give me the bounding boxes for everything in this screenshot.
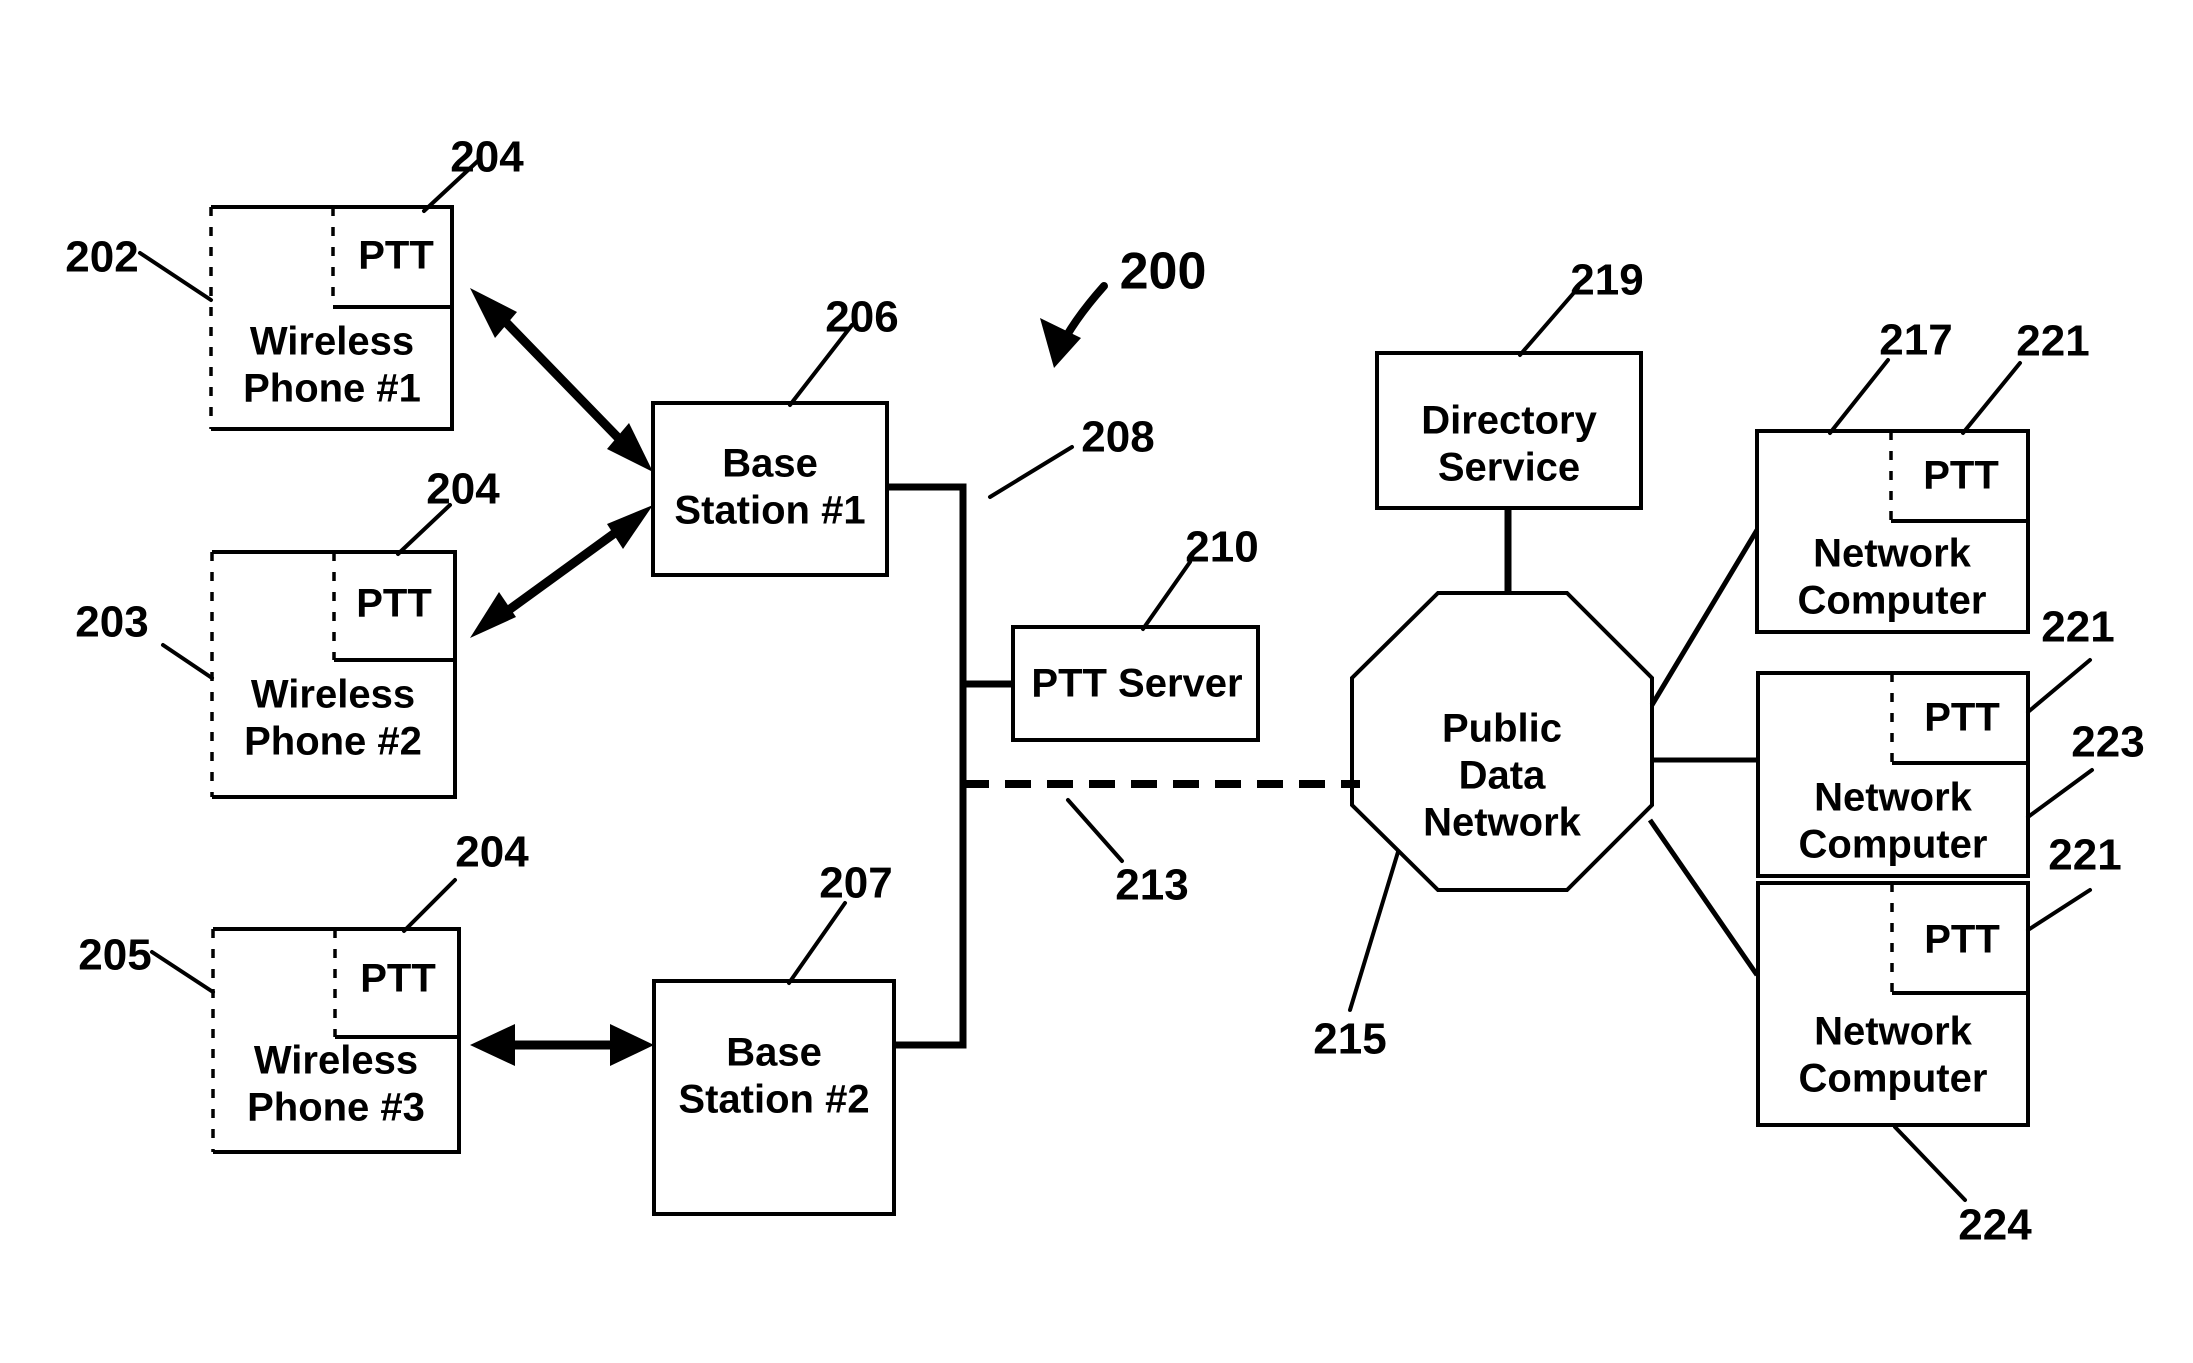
arrow-head-phone2 [470,592,516,638]
leader-203 [161,643,214,680]
ref-number-224: 224 [1958,1201,2032,1250]
base-station-2-label-line2: Station #2 [678,1078,869,1122]
public-data-network-block: Public Data Network [1350,591,1654,892]
ptt-label-nc-3: PTT [1924,918,2000,962]
ptt-server-label: PTT Server [1031,662,1242,706]
network-computer-1-label-line1: Network [1813,532,1972,576]
base-station-2-block: Base Station #2 [652,979,896,1216]
ref-number-204-phone-1: 204 [450,133,524,182]
network-computer-1-label-line2: Computer [1798,579,1987,623]
ref-number-204-phone-3: 204 [455,828,529,877]
ptt-label-phone-1: PTT [358,234,434,278]
base-station-1-block: Base Station #1 [651,401,889,577]
figure-canvas: PTT Wireless Phone #1 202 204 PTT Wirele… [65,133,2144,1250]
ptt-label-phone-2: PTT [356,582,432,626]
wireless-phone-1-label-line2: Phone #1 [243,367,421,411]
leader-204-phone-3 [402,878,457,933]
leader-217 [1828,358,1890,435]
base-station-1-label-line1: Base [722,442,818,486]
leader-205 [150,950,215,994]
ptt-label-nc-2: PTT [1924,696,2000,740]
arrow-line-phone1-bs1 [491,307,634,454]
network-computer-2-label-line2: Computer [1799,823,1988,867]
wireless-phone-3-block: PTT Wireless Phone #3 [211,927,461,1154]
link-pdn-to-nc3 [1647,818,1760,977]
wireless-phone-2-label-line1: Wireless [251,673,415,717]
leader-215 [1348,850,1400,1012]
ref-number-215: 215 [1313,1015,1386,1064]
leader-221-nc3 [2026,888,2092,932]
ref-number-221-nc1: 221 [2016,317,2089,366]
network-computer-2-label-line1: Network [1814,776,1973,820]
ref-number-207: 207 [819,859,892,908]
ref-number-223: 223 [2071,718,2144,767]
public-data-network-label-line1: Public [1442,707,1562,751]
ref-number-204-phone-2: 204 [426,465,500,514]
wireless-phone-3-label-line2: Phone #3 [247,1086,425,1130]
leader-210 [1141,560,1192,631]
public-data-network-label-line3: Network [1423,801,1582,845]
figure-number-callout: 200 [1040,243,1206,368]
link-arrow-phone2-bs1 [470,505,653,638]
ref-number-221-nc3: 221 [2048,831,2121,880]
link-pdn-to-nc1 [1649,528,1760,707]
leader-221-nc1 [1961,361,2022,435]
ptt-server-block: PTT Server [1011,625,1260,742]
link-arrow-phone3-bs2 [470,1024,654,1066]
directory-service-label-line1: Directory [1421,399,1597,443]
ref-number-219: 219 [1570,256,1643,305]
wireless-phone-1-block: PTT Wireless Phone #1 [209,205,454,431]
ref-number-217: 217 [1879,316,1952,365]
network-computer-2-block: PTT Network Computer [1756,671,2030,878]
ref-number-203: 203 [75,598,148,647]
ptt-label-nc-1: PTT [1923,454,1999,498]
leader-207 [787,901,847,985]
ref-number-202: 202 [65,233,138,282]
leader-213 [1066,798,1124,863]
directory-service-label-line2: Service [1438,446,1580,490]
ref-number-210: 210 [1185,523,1258,572]
leader-224 [1893,1125,1967,1202]
wireless-phone-2-label-line2: Phone #2 [244,720,422,764]
link-arrow-phone1-bs1 [470,288,653,472]
base-station-2-label-line1: Base [726,1031,822,1075]
wireless-phone-2-block: PTT Wireless Phone #2 [210,550,457,799]
leader-202 [138,251,213,302]
network-computer-3-block: PTT Network Computer [1756,881,2030,1127]
ref-number-206: 206 [825,293,898,342]
arrow-head-bs2 [610,1024,654,1066]
arrow-head-bs1-lower [607,505,653,549]
directory-service-block: Directory Service [1375,351,1643,510]
patent-figure: PTT Wireless Phone #1 202 204 PTT Wirele… [0,0,2193,1363]
network-computer-3-label-line1: Network [1814,1010,1973,1054]
leader-221-nc2 [2026,658,2092,714]
ptt-label-phone-3: PTT [360,957,436,1001]
backbone-trunk-line [887,483,967,1049]
network-computer-3-label-line2: Computer [1799,1057,1988,1101]
ref-number-221-nc2: 221 [2041,603,2114,652]
arrow-line-phone2-bs1 [492,518,633,624]
wireless-phone-1-label-line1: Wireless [250,320,414,364]
arrow-head-phone3 [470,1024,515,1066]
wireless-phone-3-label-line1: Wireless [254,1039,418,1083]
network-computer-1-block: PTT Network Computer [1755,429,2030,634]
ref-number-208: 208 [1081,413,1154,462]
network-backbone [887,483,1360,1049]
base-station-1-label-line2: Station #1 [674,489,865,533]
ref-number-205: 205 [78,931,151,980]
leader-208 [988,445,1074,499]
figure-number-200: 200 [1120,243,1207,301]
leader-223 [2026,768,2094,819]
public-data-network-label-line2: Data [1459,754,1546,798]
ref-number-213: 213 [1115,861,1188,910]
